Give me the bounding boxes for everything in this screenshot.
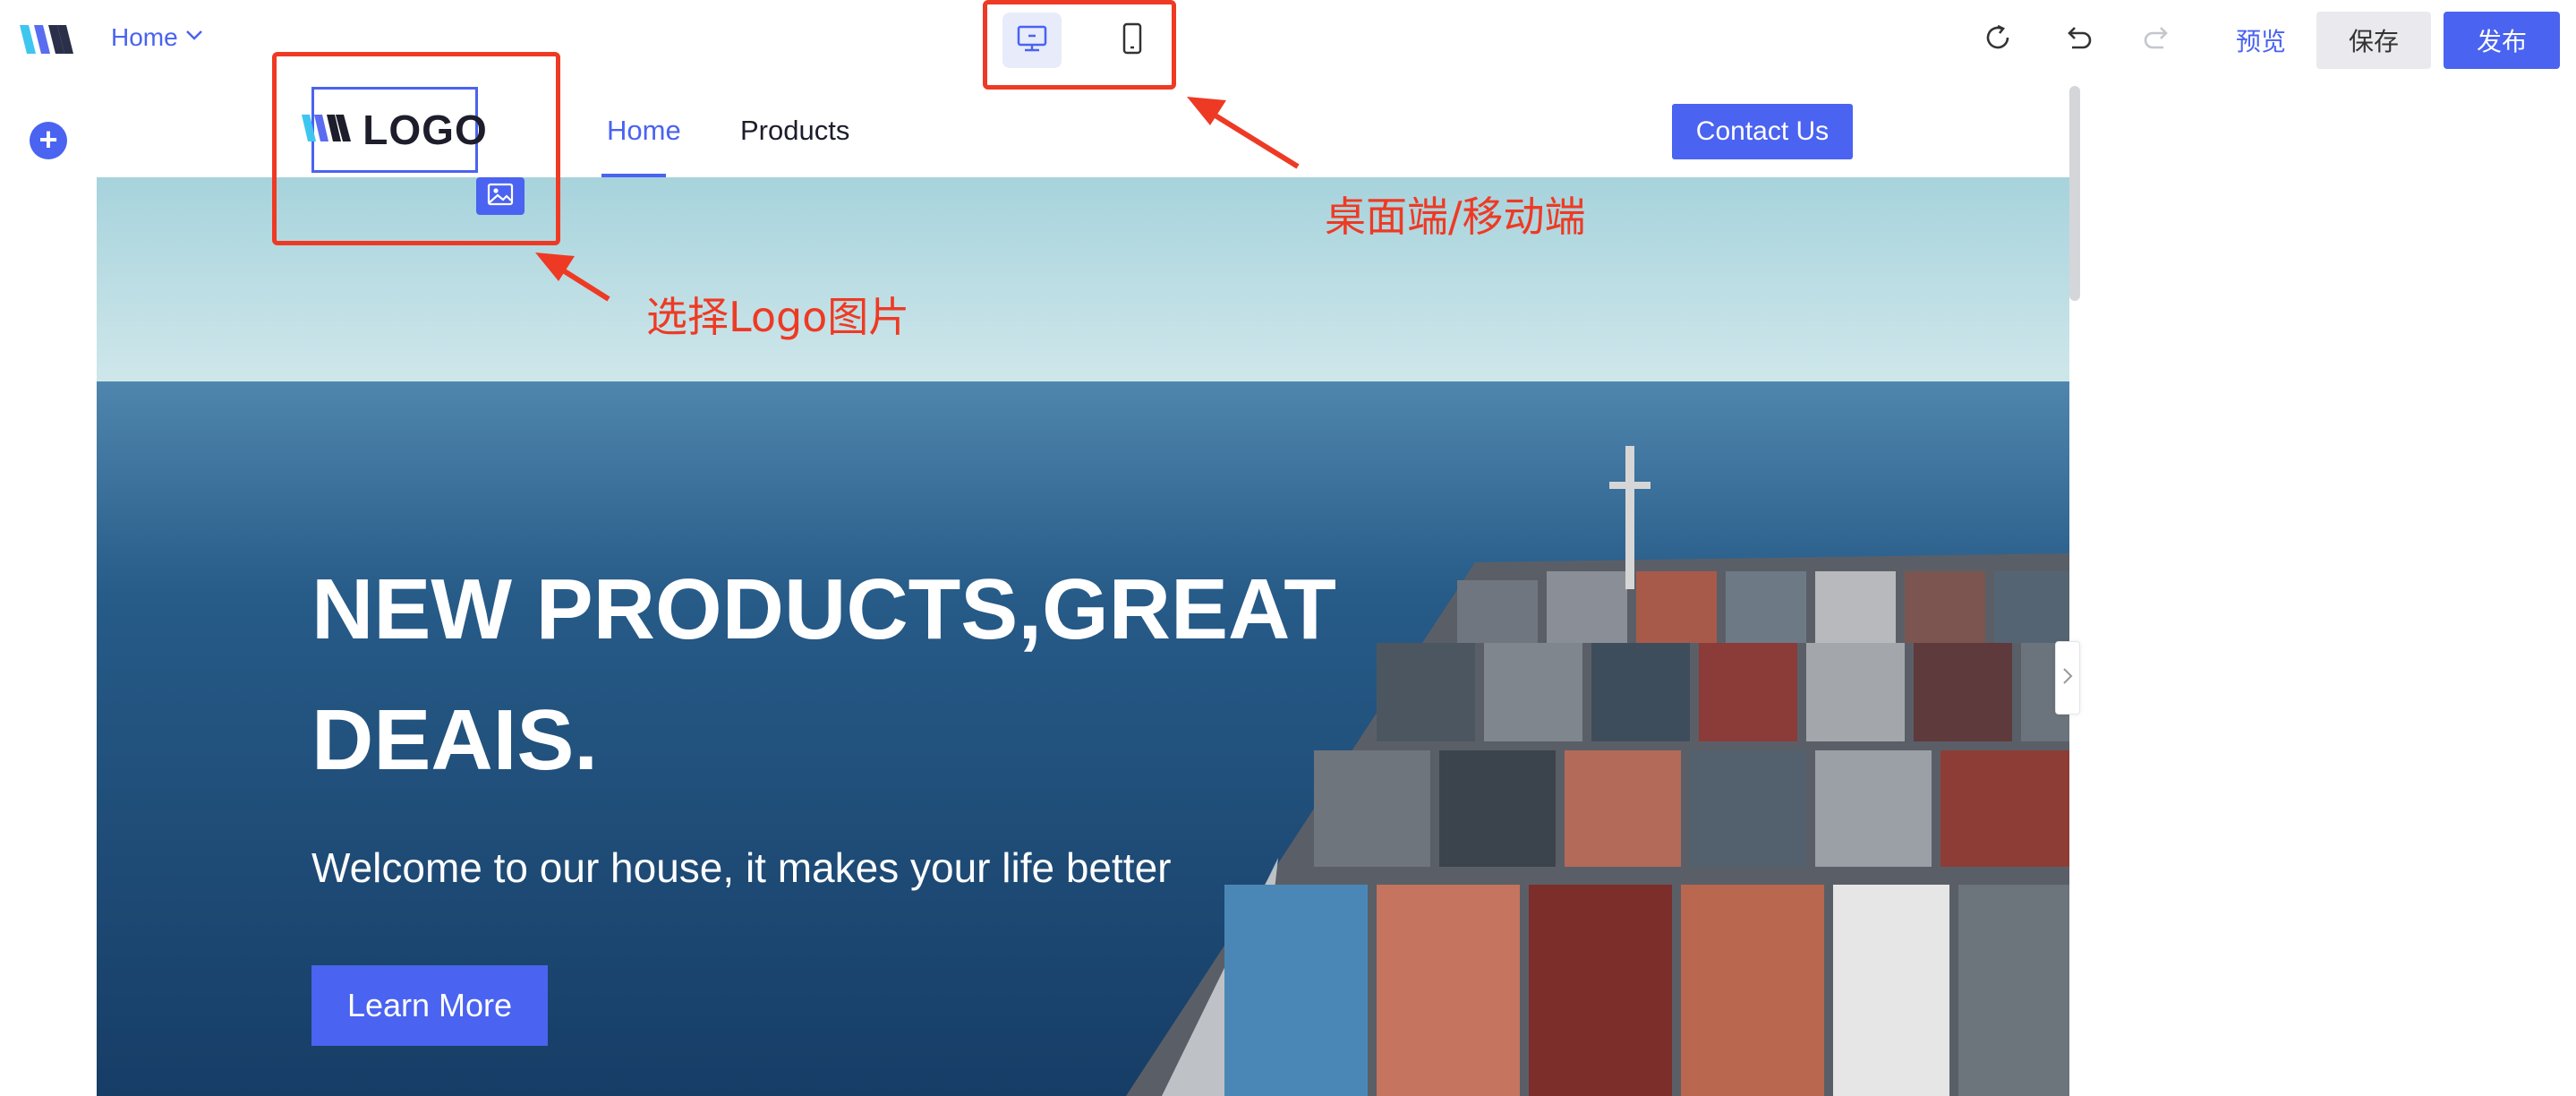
brand-logo-icon[interactable]	[18, 21, 75, 57]
add-section-button[interactable]: +	[30, 122, 67, 159]
learn-more-button[interactable]: Learn More	[311, 965, 548, 1046]
hero-title: NEW PRODUCTS,GREAT DEAIS.	[311, 561, 1336, 788]
page-selector[interactable]: Home	[111, 23, 205, 52]
chevron-right-icon	[2060, 666, 2075, 690]
left-sidebar: +	[0, 82, 98, 1096]
add-icon: +	[38, 121, 58, 158]
hero-section[interactable]: NEW PRODUCTS,GREAT DEAIS. Welcome to our…	[97, 177, 2069, 1096]
redo-icon	[2140, 21, 2174, 59]
panel-toggle-button[interactable]	[2055, 641, 2080, 715]
preview-button[interactable]: 预览	[2218, 13, 2304, 68]
hero-subtitle: Welcome to our house, it makes your life…	[311, 844, 1172, 891]
device-switch-highlight	[983, 0, 1176, 90]
device-switch-caption: 桌面端/移动端	[1325, 193, 1586, 241]
nav-link-products[interactable]: Products	[740, 115, 849, 147]
logo-select-caption: 选择Logo图片	[646, 293, 910, 341]
chevron-down-icon	[183, 23, 205, 52]
save-button[interactable]: 保存	[2316, 12, 2431, 69]
reset-icon	[1981, 21, 2015, 59]
nav-link-home[interactable]: Home	[607, 115, 681, 147]
canvas-scrollbar[interactable]	[2069, 86, 2080, 301]
logo-highlight	[272, 52, 560, 245]
contact-us-button[interactable]: Contact Us	[1672, 104, 1853, 159]
undo-button[interactable]	[2059, 20, 2098, 59]
page-selector-label: Home	[111, 23, 178, 51]
publish-button[interactable]: 发布	[2444, 12, 2560, 69]
redo-button[interactable]	[2137, 20, 2177, 59]
reset-button[interactable]	[1978, 20, 2017, 59]
undo-icon	[2061, 21, 2095, 59]
